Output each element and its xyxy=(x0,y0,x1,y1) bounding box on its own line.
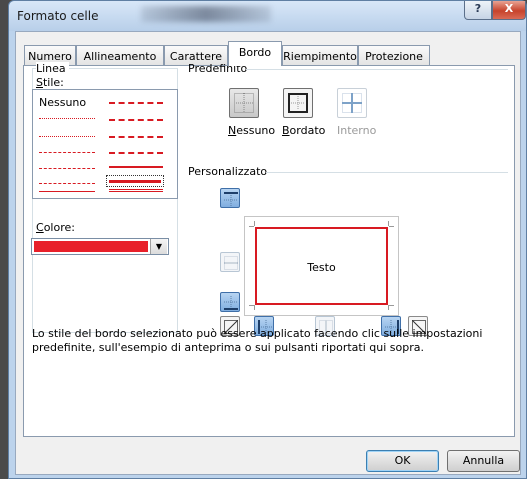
personalizzato-divider xyxy=(266,172,508,173)
preset-outline-label: Bordato xyxy=(282,124,326,137)
blurred-title-region xyxy=(141,6,271,22)
tab-label: Riempimento xyxy=(283,50,357,63)
tab-label: Allineamento xyxy=(83,50,157,63)
line-style-double[interactable] xyxy=(109,189,163,192)
tab-label: Protezione xyxy=(365,50,423,63)
border-none-icon xyxy=(234,93,254,113)
preset-none-button[interactable] xyxy=(229,88,259,118)
line-style-medium[interactable] xyxy=(109,166,163,168)
border-bottom-icon xyxy=(224,296,238,310)
title-bar[interactable]: Formato celle ? X xyxy=(9,1,526,31)
preset-inside-label: Interno xyxy=(337,124,377,137)
color-swatch xyxy=(34,241,148,252)
linea-group-label: Linea xyxy=(36,62,69,75)
border-inside-icon xyxy=(342,93,362,113)
border-inside-horizontal-icon xyxy=(224,256,238,270)
line-style-dotted[interactable] xyxy=(39,136,95,137)
personalizzato-group-label: Personalizzato xyxy=(188,165,268,178)
line-style-list[interactable]: Nessuno xyxy=(32,89,178,199)
close-button[interactable]: X xyxy=(492,1,526,20)
line-style-dashed[interactable] xyxy=(39,183,95,184)
dialog-body: Numero Allineamento Carattere Bordo Riem… xyxy=(15,31,521,475)
corner-mark xyxy=(389,305,394,306)
predefinito-divider xyxy=(246,69,508,70)
preset-inside-button[interactable] xyxy=(337,88,367,118)
preview-cell-border: Testo xyxy=(255,227,388,305)
border-inside-horizontal-button[interactable] xyxy=(220,252,240,272)
dialog-window: Formato celle ? X Numero Allineamento Ca… xyxy=(8,0,527,479)
preset-none-label: Nessuno xyxy=(228,124,276,137)
border-top-button[interactable] xyxy=(220,188,240,208)
close-icon: X xyxy=(504,2,514,15)
line-style-dash-dot-dot[interactable] xyxy=(39,152,95,153)
line-style-thick xyxy=(109,180,161,183)
corner-mark xyxy=(389,226,394,227)
help-button[interactable]: ? xyxy=(464,1,492,20)
line-style-slant-dash-dot[interactable] xyxy=(109,119,163,121)
border-tab-panel: Linea Stile: Nessuno Colore: ▼ Predefini… xyxy=(23,62,515,437)
tab-protezione[interactable]: Protezione xyxy=(358,45,430,65)
border-bottom-button[interactable] xyxy=(220,292,240,312)
line-style-selected[interactable] xyxy=(106,175,164,187)
line-style-medium-dash-dot[interactable] xyxy=(109,136,163,138)
window-title: Formato celle xyxy=(17,9,99,23)
corner-mark xyxy=(254,305,255,310)
color-dropdown[interactable]: ▼ xyxy=(31,238,169,255)
tab-label: Bordo xyxy=(238,46,272,59)
line-style-medium-dash-dot-dot[interactable] xyxy=(109,102,163,104)
cancel-button[interactable]: Annulla xyxy=(447,450,520,472)
description-text: Lo stile del bordo selezionato può esser… xyxy=(32,327,483,354)
tab-allineamento[interactable]: Allineamento xyxy=(76,45,164,65)
tab-bordo[interactable]: Bordo xyxy=(228,41,282,66)
border-preview[interactable]: Testo xyxy=(244,216,399,316)
ok-button[interactable]: OK xyxy=(366,450,439,472)
chevron-down-icon[interactable]: ▼ xyxy=(150,239,167,254)
corner-mark xyxy=(249,305,254,306)
help-icon: ? xyxy=(474,2,482,15)
line-style-hairline[interactable] xyxy=(39,118,95,119)
line-style-medium-dashed[interactable] xyxy=(109,152,163,154)
stile-label: Stile: xyxy=(36,76,64,89)
border-outline-icon xyxy=(288,93,308,113)
line-style-none[interactable]: Nessuno xyxy=(39,96,86,109)
colore-label: Colore: xyxy=(36,221,75,234)
tab-riempimento[interactable]: Riempimento xyxy=(282,45,358,65)
line-style-thin[interactable] xyxy=(39,191,95,192)
corner-mark xyxy=(254,221,255,226)
preview-text: Testo xyxy=(307,261,336,274)
corner-mark xyxy=(249,226,254,227)
line-style-dash-dot[interactable] xyxy=(39,168,95,169)
border-top-icon xyxy=(224,192,238,206)
preset-outline-button[interactable] xyxy=(283,88,313,118)
